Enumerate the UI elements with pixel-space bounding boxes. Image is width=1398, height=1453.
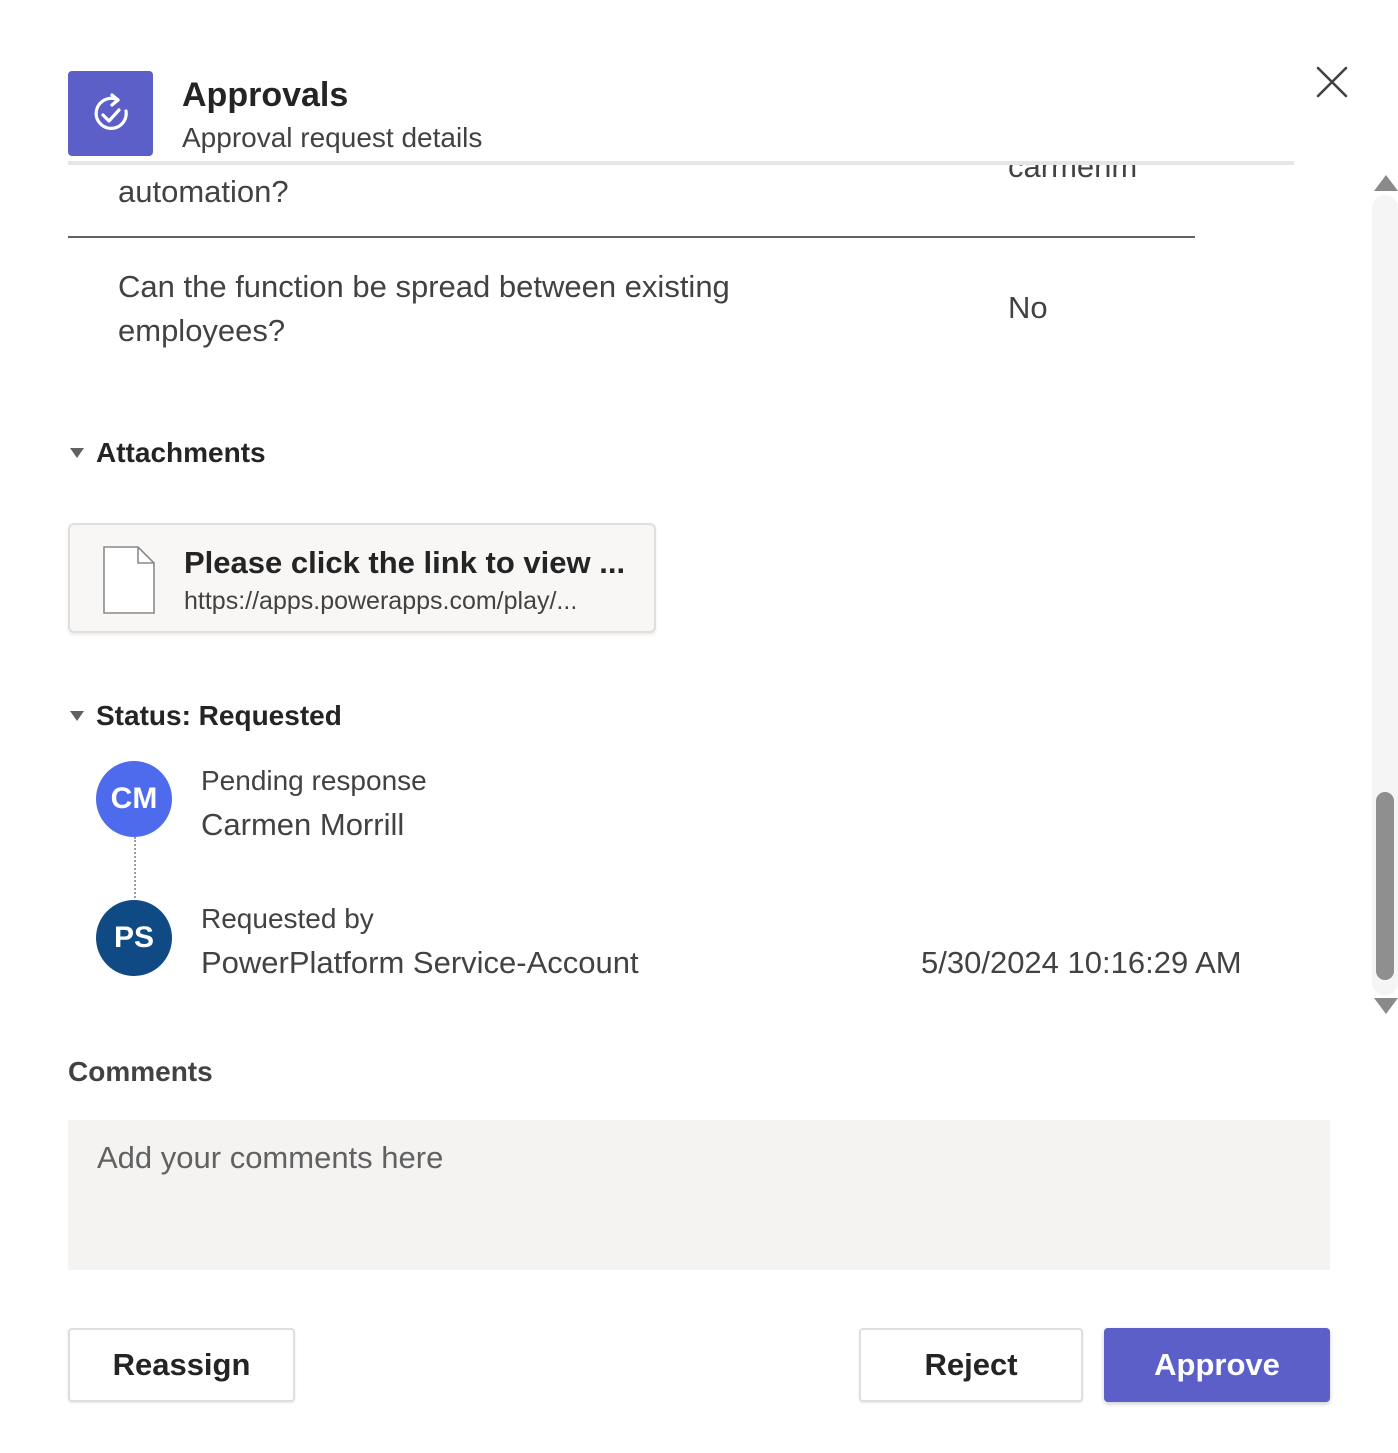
row-divider [68, 236, 1195, 238]
reject-button[interactable]: Reject [859, 1328, 1083, 1402]
close-button[interactable] [1308, 58, 1356, 106]
question-line-1: Can the function be spread between exist… [118, 269, 730, 304]
details-scroll-area[interactable]: automation? carmenm Can the function be … [0, 165, 1360, 1025]
chevron-down-icon [70, 448, 84, 458]
status-entry-name: PowerPlatform Service-Account [201, 945, 639, 980]
status-entry-timestamp: 5/30/2024 10:16:29 AM [921, 945, 1242, 980]
dialog-subtitle: Approval request details [182, 122, 483, 153]
reassign-button[interactable]: Reassign [68, 1328, 295, 1402]
chevron-down-icon [70, 711, 84, 721]
attachments-section-header[interactable]: Attachments [68, 437, 266, 469]
scroll-up-arrow-icon[interactable] [1374, 175, 1398, 191]
comments-input[interactable] [68, 1120, 1330, 1270]
status-heading: Status: Requested [96, 700, 342, 731]
close-icon [1316, 66, 1348, 98]
answer-value: No [1008, 290, 1048, 325]
attachment-title: Please click the link to view ... [184, 545, 626, 580]
avatar: CM [96, 761, 172, 837]
status-entry-label: Pending response [201, 765, 427, 796]
question-text: Can the function be spread between exist… [118, 265, 730, 353]
status-entry-name: Carmen Morrill [201, 807, 405, 842]
comments-label: Comments [68, 1056, 213, 1087]
approvals-icon [94, 92, 128, 130]
partial-answer-value: carmenm [1008, 165, 1138, 184]
document-icon [103, 546, 155, 614]
attachments-heading: Attachments [96, 437, 266, 468]
avatar: PS [96, 900, 172, 976]
attachment-url: https://apps.powerapps.com/play/... [184, 587, 578, 615]
question-line-2: employees? [118, 313, 286, 348]
status-entry-label: Requested by [201, 903, 374, 934]
partial-question-text: automation? [118, 174, 289, 209]
scrollbar-thumb[interactable] [1376, 792, 1394, 980]
status-timeline-connector [134, 837, 136, 905]
app-title: Approvals [182, 76, 349, 114]
attachment-card[interactable]: Please click the link to view ... https:… [68, 523, 656, 633]
scroll-down-arrow-icon[interactable] [1374, 998, 1398, 1014]
approvals-app-icon [68, 71, 153, 156]
approve-button[interactable]: Approve [1104, 1328, 1330, 1402]
status-section-header[interactable]: Status: Requested [68, 700, 342, 732]
